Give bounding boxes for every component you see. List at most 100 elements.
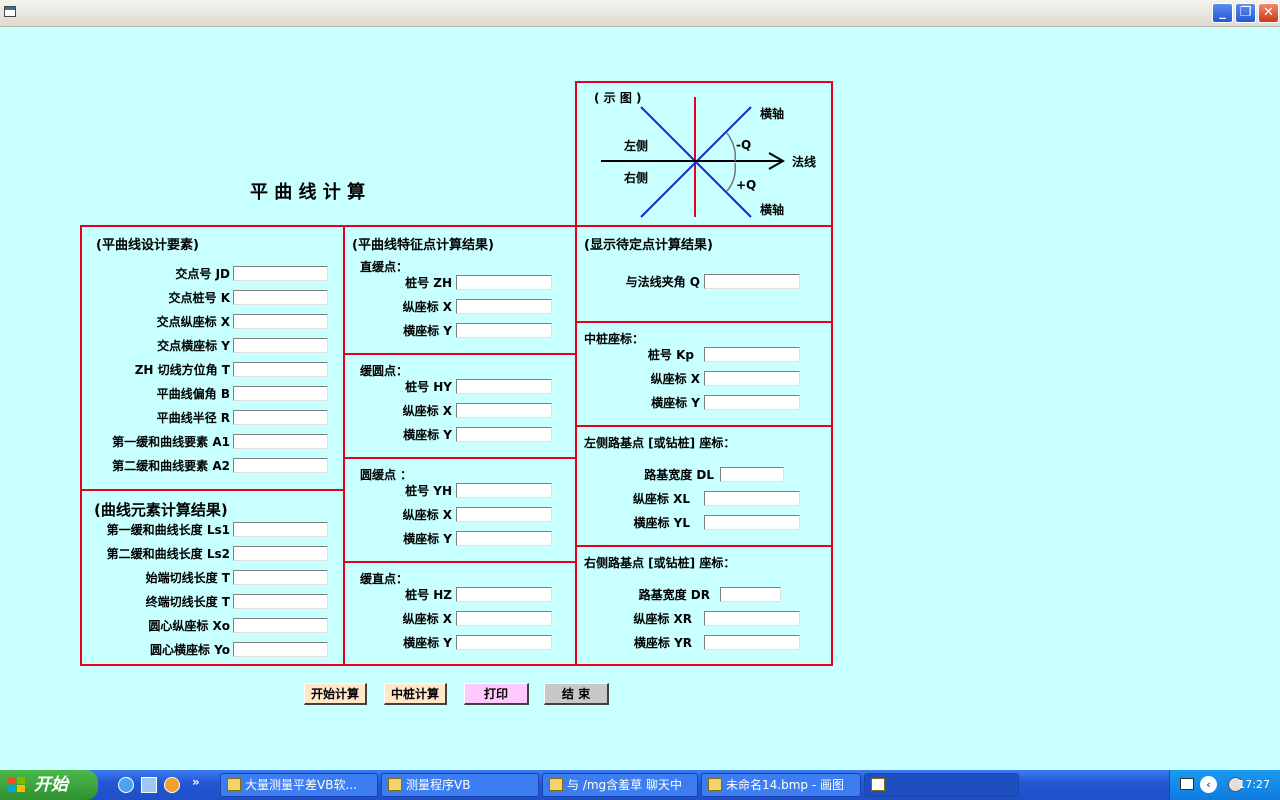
start-calc-button[interactable]: 开始计算 <box>304 683 367 705</box>
elements-label-yo: 圆心横座标 Yo <box>149 643 230 657</box>
yr-input[interactable] <box>704 635 800 650</box>
minimize-button[interactable]: _ <box>1212 3 1233 23</box>
hz-y-input[interactable] <box>456 635 552 650</box>
right-label: 纵座标 XR <box>633 612 692 626</box>
elements-label-t1: 始端切线长度 T <box>145 571 230 585</box>
ls2-input[interactable] <box>233 546 328 561</box>
paint-icon <box>708 778 722 791</box>
angle-label: 与法线夹角 Q <box>625 275 700 289</box>
zh-azimuth-input[interactable] <box>233 362 328 377</box>
a1-input[interactable] <box>233 434 328 449</box>
messenger-icon[interactable] <box>164 777 180 793</box>
frame-line <box>575 321 833 323</box>
yl-input[interactable] <box>704 515 800 530</box>
jd-input[interactable] <box>233 266 328 281</box>
xr-input[interactable] <box>704 611 800 626</box>
k-input[interactable] <box>233 290 328 305</box>
print-button[interactable]: 打印 <box>464 683 529 705</box>
quicklaunch-icon[interactable] <box>141 777 157 793</box>
hy-y-input[interactable] <box>456 427 552 442</box>
left-label: 纵座标 XL <box>632 492 690 506</box>
deflection-input[interactable] <box>233 386 328 401</box>
left-label: 横座标 YL <box>633 516 690 530</box>
xl-input[interactable] <box>704 491 800 506</box>
hy-x-input[interactable] <box>456 403 552 418</box>
zh-x-input[interactable] <box>456 299 552 314</box>
angle-q-input[interactable] <box>704 274 800 289</box>
diagram-axis-top-label: 横轴 <box>760 107 785 121</box>
radius-input[interactable] <box>233 410 328 425</box>
frame-line <box>575 545 833 547</box>
diagram-axis-bottom-label: 横轴 <box>760 203 785 217</box>
frame-line <box>831 81 833 666</box>
page-title: 平 曲 线 计 算 <box>250 182 366 203</box>
zh-station-input[interactable] <box>456 275 552 290</box>
elements-label-ls1: 第一缓和曲线长度 Ls1 <box>106 523 230 537</box>
taskbar-item[interactable]: 大量测量平差VB软... <box>220 773 378 797</box>
frame-line <box>575 81 577 666</box>
center-y-input[interactable] <box>704 395 800 410</box>
clock: 17:27 <box>1238 778 1270 791</box>
taskbar-item[interactable]: 未命名14.bmp - 画图 <box>701 773 861 797</box>
frame-line <box>80 225 833 227</box>
frame-line <box>343 457 577 459</box>
jd-y-input[interactable] <box>233 338 328 353</box>
yh-y-input[interactable] <box>456 531 552 546</box>
feature-label: 桩号 HZ <box>405 588 452 602</box>
yh-station-input[interactable] <box>456 483 552 498</box>
center-title: 中桩座标： <box>584 332 645 346</box>
frame-line <box>343 561 577 563</box>
design-label-a2: 第二缓和曲线要素 A2 <box>112 459 230 473</box>
chevron-left-icon[interactable]: ‹ <box>1200 776 1217 793</box>
taskbar-item-active[interactable] <box>864 773 1019 797</box>
center-label: 桩号 Kp <box>647 348 694 362</box>
ie-icon[interactable] <box>118 777 134 793</box>
yo-input[interactable] <box>233 642 328 657</box>
windows-logo-icon <box>8 777 25 792</box>
folder-icon <box>388 778 402 791</box>
t2-input[interactable] <box>233 594 328 609</box>
hz-station-input[interactable] <box>456 587 552 602</box>
a2-input[interactable] <box>233 458 328 473</box>
keyboard-icon[interactable] <box>1180 778 1194 790</box>
hy-station-input[interactable] <box>456 379 552 394</box>
feature-label: 桩号 HY <box>405 380 452 394</box>
chevron-right-icon[interactable]: » <box>192 775 200 789</box>
taskbar-item[interactable]: 与 /mg含羞草 聊天中 <box>542 773 698 797</box>
frame-line <box>343 353 577 355</box>
taskbar-item[interactable]: 测量程序VB <box>381 773 539 797</box>
end-button[interactable]: 结 束 <box>544 683 609 705</box>
diagram-minus-q-label: -Q <box>736 138 752 152</box>
close-button[interactable]: ✕ <box>1258 3 1279 23</box>
hz-x-input[interactable] <box>456 611 552 626</box>
t1-input[interactable] <box>233 570 328 585</box>
ls1-input[interactable] <box>233 522 328 537</box>
maximize-button[interactable]: ❐ <box>1235 3 1256 23</box>
feature-label: 纵座标 X <box>402 612 452 626</box>
feature-group-title: 缓圆点： <box>360 364 409 378</box>
kp-input[interactable] <box>704 347 800 362</box>
dl-input[interactable] <box>720 467 784 482</box>
left-label: 路基宽度 DL <box>644 468 714 482</box>
feature-label: 横座标 Y <box>403 428 452 442</box>
design-header: (平曲线设计要素) <box>96 238 199 253</box>
yh-x-input[interactable] <box>456 507 552 522</box>
frame-line <box>575 425 833 427</box>
start-button[interactable]: 开始 <box>0 770 98 800</box>
right-label: 路基宽度 DR <box>638 588 710 602</box>
feature-label: 桩号 YH <box>405 484 452 498</box>
right-label: 横座标 YR <box>633 636 692 650</box>
zh-y-input[interactable] <box>456 323 552 338</box>
jd-x-input[interactable] <box>233 314 328 329</box>
system-tray: ‹ 17:27 <box>1169 770 1280 800</box>
design-label-r: 平曲线半径 R <box>156 411 230 425</box>
center-x-input[interactable] <box>704 371 800 386</box>
xo-input[interactable] <box>233 618 328 633</box>
center-label: 纵座标 X <box>650 372 700 386</box>
ie-icon <box>227 778 241 791</box>
app-icon[interactable] <box>4 6 16 17</box>
dr-input[interactable] <box>720 587 781 602</box>
feature-label: 横座标 Y <box>403 636 452 650</box>
center-calc-button[interactable]: 中桩计算 <box>384 683 447 705</box>
design-label-b: 平曲线偏角 B <box>156 387 230 401</box>
